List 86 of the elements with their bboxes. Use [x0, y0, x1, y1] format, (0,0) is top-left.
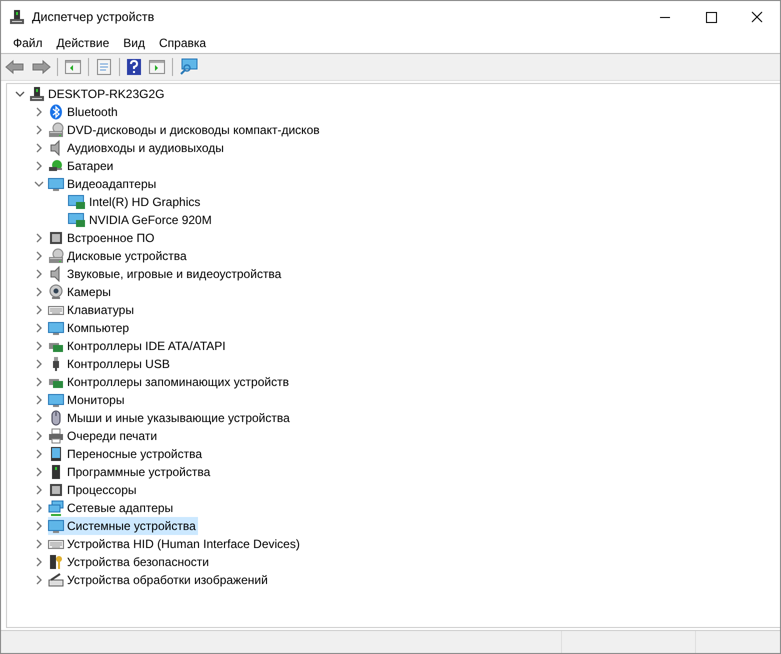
tree-item[interactable]: Клавиатуры: [48, 301, 136, 319]
chip-icon: [48, 482, 64, 498]
printer-icon: [48, 428, 64, 444]
chevron-icon[interactable]: [34, 557, 44, 567]
chevron-icon[interactable]: [34, 449, 44, 459]
window-title: Диспетчер устройств: [32, 10, 156, 24]
chevron-icon[interactable]: [34, 503, 44, 513]
chevron-icon[interactable]: [34, 143, 44, 153]
tree-item[interactable]: Мыши и иные указывающие устройства: [48, 409, 292, 427]
document-icon[interactable]: [95, 58, 113, 76]
chevron-icon[interactable]: [34, 377, 44, 387]
tree-item[interactable]: Процессоры: [48, 481, 138, 499]
menu-item[interactable]: Файл: [6, 36, 50, 50]
chevron-icon[interactable]: [34, 323, 44, 333]
monitor-search-icon[interactable]: [179, 58, 199, 76]
tree-item[interactable]: Очереди печати: [48, 427, 160, 445]
battery-plug-icon: [48, 158, 64, 174]
chevron-icon[interactable]: [34, 305, 44, 315]
tree-item[interactable]: Контроллеры запоминающих устройств: [48, 373, 291, 391]
chevron-icon[interactable]: [34, 125, 44, 135]
forward-arrow-icon[interactable]: [31, 59, 51, 75]
help-icon[interactable]: [126, 58, 142, 76]
tree-item[interactable]: Устройства HID (Human Interface Devices): [48, 535, 302, 553]
tree-item[interactable]: Видеоадаптеры: [48, 175, 158, 193]
chevron-icon[interactable]: [34, 539, 44, 549]
drive-icon: [48, 122, 64, 138]
scanner-icon: [48, 572, 64, 588]
tree-item[interactable]: Intel(R) HD Graphics: [68, 193, 202, 211]
network-icon: [48, 500, 64, 516]
menu-item[interactable]: Действие: [50, 36, 116, 50]
tree-item[interactable]: Устройства обработки изображений: [48, 571, 270, 589]
chevron-icon[interactable]: [34, 431, 44, 441]
chevron-icon[interactable]: [34, 341, 44, 351]
tablet-icon: [48, 446, 64, 462]
window-icon[interactable]: [148, 59, 166, 75]
webcam-icon: [48, 284, 64, 300]
tree-item[interactable]: Батареи: [48, 157, 116, 175]
monitor-icon: [48, 392, 64, 408]
tree-item[interactable]: Аудиовходы и аудиовыходы: [48, 139, 226, 157]
tree-item[interactable]: Компьютер: [48, 319, 132, 337]
menu-item[interactable]: Вид: [116, 36, 152, 50]
chevron-icon[interactable]: [34, 161, 44, 171]
menu-item[interactable]: Справка: [152, 36, 214, 50]
tree-item[interactable]: Контроллеры IDE ATA/ATAPI: [48, 337, 228, 355]
tree-item[interactable]: NVIDIA GeForce 920M: [68, 211, 214, 229]
tree-item[interactable]: DESKTOP-RK23G2G: [48, 87, 164, 101]
chevron-icon[interactable]: [34, 269, 44, 279]
tree-item[interactable]: Переносные устройства: [48, 445, 204, 463]
tree-item[interactable]: Устройства безопасности: [48, 553, 211, 571]
chevron-icon[interactable]: [34, 467, 44, 477]
tree-item[interactable]: Дисковые устройства: [48, 247, 189, 265]
display-adapter-icon: [68, 194, 86, 210]
tree-item[interactable]: Программные устройства: [48, 463, 212, 481]
monitor-icon: [48, 176, 64, 192]
selected-tree-item[interactable]: Системные устройства: [48, 517, 198, 535]
tree-item[interactable]: Мониторы: [48, 391, 126, 409]
chevron-icon[interactable]: [34, 521, 44, 531]
monitor-icon: [48, 320, 64, 336]
chevron-icon[interactable]: [34, 287, 44, 297]
display-adapter-icon: [68, 212, 86, 228]
tree-item[interactable]: Контроллеры USB: [48, 355, 172, 373]
back-arrow-icon[interactable]: [5, 59, 25, 75]
computer-icon: [9, 8, 25, 24]
tree-item[interactable]: DVD-дисководы и дисководы компакт-дисков: [48, 121, 322, 139]
tree-item[interactable]: Bluetooth: [48, 103, 120, 121]
chevron-icon[interactable]: [34, 413, 44, 423]
tree-item[interactable]: Звуковые, игровые и видеоустройства: [48, 265, 284, 283]
tree-item[interactable]: Сетевые адаптеры: [48, 499, 176, 517]
key-icon: [48, 554, 64, 570]
drive-icon: [48, 248, 64, 264]
chevron-icon[interactable]: [34, 395, 44, 405]
window-icon[interactable]: [64, 59, 82, 75]
chevron-icon[interactable]: [34, 575, 44, 585]
tree-item[interactable]: Встроенное ПО: [48, 229, 156, 247]
chevron-icon[interactable]: [34, 107, 44, 117]
chevron-icon[interactable]: [15, 89, 25, 99]
chevron-icon[interactable]: [34, 359, 44, 369]
bluetooth-icon: [48, 104, 64, 120]
monitor-icon: [48, 518, 64, 534]
chevron-icon[interactable]: [34, 485, 44, 495]
computer-icon: [29, 86, 45, 102]
chevron-icon[interactable]: [34, 233, 44, 243]
chevron-icon[interactable]: [34, 251, 44, 261]
chevron-icon[interactable]: [34, 179, 44, 189]
chip-icon: [48, 230, 64, 246]
tree-item[interactable]: Камеры: [48, 283, 113, 301]
